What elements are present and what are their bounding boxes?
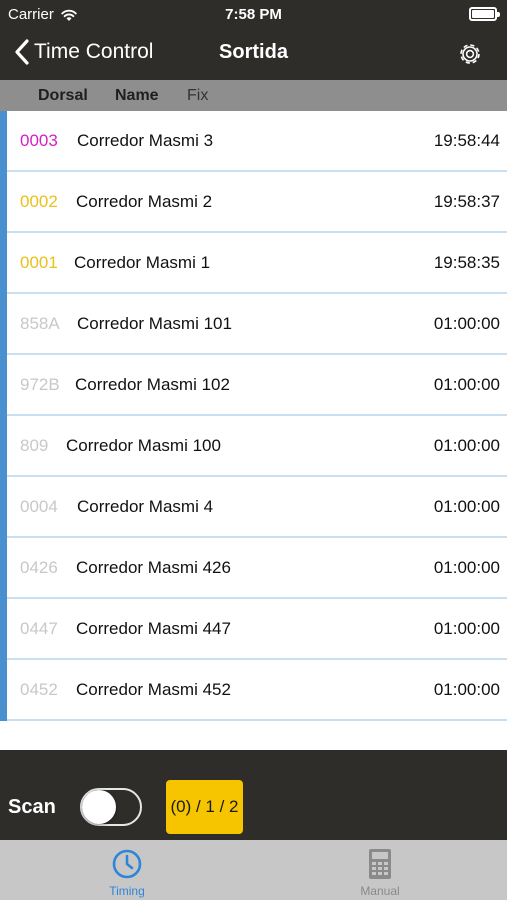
runner-name: Corredor Masmi 2 (76, 192, 213, 211)
runner-dorsal: 0002 (20, 192, 58, 211)
calculator-icon (369, 849, 391, 879)
runner-row[interactable]: 0004 Corredor Masmi 4 01:00:00 (0, 477, 507, 538)
runner-row[interactable]: 0003 Corredor Masmi 3 19:58:44 (0, 111, 507, 172)
runner-dorsal: 858A (20, 314, 60, 333)
tab-timing[interactable]: Timing (57, 840, 197, 900)
row-indicator-bar (0, 477, 7, 538)
runner-name: Corredor Masmi 3 (77, 131, 214, 150)
runner-row[interactable]: 0426 Corredor Masmi 426 01:00:00 (0, 538, 507, 599)
battery-icon (469, 7, 500, 21)
runner-name: Corredor Masmi 102 (75, 375, 230, 394)
runner-time: 01:00:00 (433, 558, 500, 577)
tab-timing-label: Timing (109, 884, 145, 898)
row-indicator-bar (0, 416, 7, 477)
runner-dorsal: 0452 (20, 680, 58, 699)
runner-name: Corredor Masmi 100 (66, 436, 221, 455)
runner-time: 01:00:00 (433, 314, 500, 333)
runner-time: 01:00:00 (433, 436, 500, 455)
runner-dorsal: 972B (20, 375, 60, 394)
runner-row[interactable]: 858A Corredor Masmi 101 01:00:00 (0, 294, 507, 355)
runner-row[interactable]: 0447 Corredor Masmi 447 01:00:00 (0, 599, 507, 660)
runner-name: Corredor Masmi 1 (74, 253, 211, 272)
runner-time: 01:00:00 (433, 497, 500, 516)
runner-name: Corredor Masmi 447 (76, 619, 231, 638)
row-indicator-bar (0, 660, 7, 721)
page-title: Sortida (219, 41, 288, 63)
runner-dorsal: 0003 (20, 131, 58, 150)
clock-icon (112, 849, 142, 879)
runner-row[interactable]: 0452 Corredor Masmi 452 01:00:00 (0, 660, 507, 721)
row-indicator-bar (0, 111, 7, 172)
row-indicator-bar (0, 355, 7, 416)
runner-name: Corredor Masmi 4 (77, 497, 214, 516)
runner-row[interactable]: 809 Corredor Masmi 100 01:00:00 (0, 416, 507, 477)
runner-time: 19:58:37 (433, 192, 500, 211)
row-indicator-bar (0, 294, 7, 355)
runner-row[interactable]: 0001 Corredor Masmi 1 19:58:35 (0, 233, 507, 294)
scan-toggle[interactable] (80, 788, 142, 826)
runner-list[interactable]: 0003 Corredor Masmi 3 19:58:44 0002 Corredor… (0, 111, 507, 750)
runner-dorsal: 0004 (20, 497, 58, 516)
runner-name: Corredor Masmi 426 (76, 558, 231, 577)
tab-bar: Timing Manual (0, 840, 507, 900)
runner-row[interactable]: 972B Corredor Masmi 102 01:00:00 (0, 355, 507, 416)
scan-bar: Scan (0) / 1 / 2 (0, 750, 507, 840)
counter-button[interactable]: (0) / 1 / 2 (166, 780, 243, 834)
runner-time: 01:00:00 (433, 680, 500, 699)
column-fix[interactable]: Fix (187, 87, 208, 105)
scan-label: Scan (8, 796, 56, 818)
status-bar: Carrier 7:58 PM (0, 0, 507, 30)
runner-time: 19:58:44 (433, 131, 500, 150)
column-header: Dorsal Name Fix (0, 80, 507, 111)
runner-dorsal: 0001 (20, 253, 58, 272)
runner-dorsal: 0426 (20, 558, 58, 577)
toggle-knob (82, 790, 116, 824)
status-time: 7:58 PM (225, 6, 282, 23)
navigation-bar: Time Control Sortida (0, 30, 507, 80)
runner-time: 01:00:00 (433, 375, 500, 394)
row-indicator-bar (0, 599, 7, 660)
runner-dorsal: 809 (20, 436, 49, 455)
tab-manual[interactable]: Manual (310, 840, 450, 900)
row-indicator-bar (0, 538, 7, 599)
row-indicator-bar (0, 233, 7, 294)
runner-name: Corredor Masmi 452 (76, 680, 231, 699)
tab-manual-label: Manual (360, 884, 400, 898)
column-name[interactable]: Name (115, 87, 159, 105)
runner-name: Corredor Masmi 101 (77, 314, 232, 333)
column-dorsal[interactable]: Dorsal (38, 87, 88, 105)
runner-dorsal: 0447 (20, 619, 58, 638)
runner-time: 01:00:00 (433, 619, 500, 638)
runner-row[interactable]: 0002 Corredor Masmi 2 19:58:37 (0, 172, 507, 233)
runner-time: 19:58:35 (433, 253, 500, 272)
row-indicator-bar (0, 172, 7, 233)
settings-gear-icon[interactable] (455, 39, 485, 69)
